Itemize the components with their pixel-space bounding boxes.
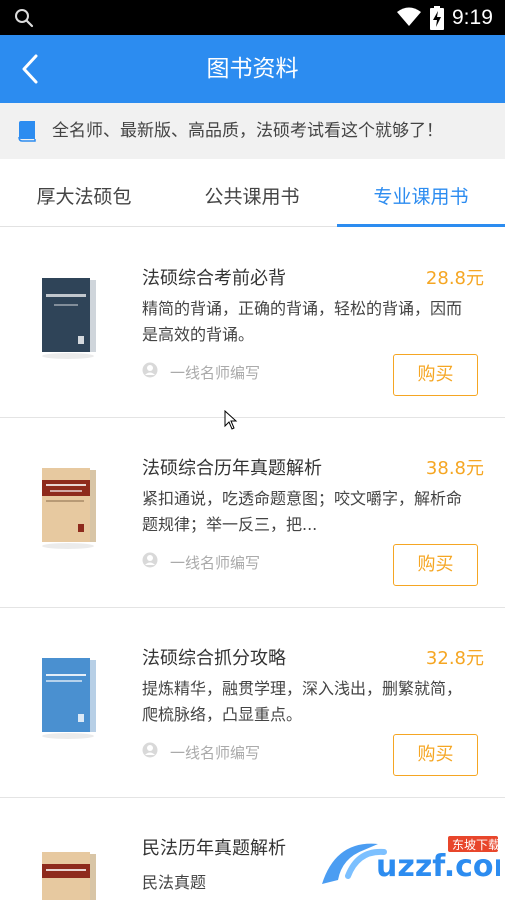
tab-bar: 厚大法硕包 公共课用书 专业课用书 <box>0 159 505 227</box>
app-bar: 图书资料 <box>0 35 505 103</box>
uzzf-watermark-logo: uzzf.com 东坡下载 <box>322 836 500 884</box>
user-icon <box>142 552 158 568</box>
book-title: 民法历年真题解析 <box>142 838 286 859</box>
notice-text: 全名师、最新版、高品质，法硕考试看这个就够了！ <box>52 121 443 141</box>
active-tab-indicator <box>337 224 505 227</box>
book-list: 法硕综合考前必背 28.8元 精简的背诵，正确的背诵，轻松的背诵，因而是高效的背… <box>0 228 505 900</box>
tab-hou-da-package[interactable]: 厚大法硕包 <box>20 159 148 227</box>
book-description: 紧扣通说，吃透命题意图；咬文嚼字，解析命题规律；举一反三，把... <box>142 489 463 534</box>
book-cover-image <box>42 852 96 900</box>
book-description: 精简的背诵，正确的背诵，轻松的背诵，因而是高效的背诵。 <box>142 299 463 344</box>
status-bar: 9:19 <box>0 0 505 35</box>
list-item[interactable]: 法硕综合抓分攻略 32.8元 提炼精华，融贯学理，深入浅出，删繁就简，爬梳脉络，… <box>0 608 505 798</box>
book-title: 法硕综合考前必背 <box>142 268 286 289</box>
book-icon <box>18 121 36 142</box>
book-price: 32.8元 <box>425 648 484 669</box>
book-author: 一线名师编写 <box>170 744 261 762</box>
book-title: 法硕综合历年真题解析 <box>142 458 322 479</box>
status-time: 9:19 <box>452 6 493 29</box>
book-cover-image <box>42 658 96 739</box>
mouse-cursor-icon <box>224 410 238 430</box>
book-cover-image <box>42 278 96 359</box>
user-icon <box>142 742 158 758</box>
back-arrow-icon[interactable] <box>16 52 48 86</box>
book-price: 28.8元 <box>425 268 484 289</box>
book-price: 38.8元 <box>425 458 484 479</box>
buy-button[interactable]: 购买 <box>393 354 478 396</box>
buy-button[interactable]: 购买 <box>393 544 478 586</box>
watermark-text: uzzf.com <box>376 849 500 884</box>
buy-button[interactable]: 购买 <box>393 734 478 776</box>
list-item[interactable]: 法硕综合历年真题解析 38.8元 紧扣通说，吃透命题意图；咬文嚼字，解析命题规律… <box>0 418 505 608</box>
book-title: 法硕综合抓分攻略 <box>142 648 286 669</box>
book-cover-image <box>42 468 96 549</box>
list-item[interactable]: 法硕综合考前必背 28.8元 精简的背诵，正确的背诵，轻松的背诵，因而是高效的背… <box>0 228 505 418</box>
user-icon <box>142 362 158 378</box>
page-title: 图书资料 <box>206 56 299 82</box>
book-description: 提炼精华，融贯学理，深入浅出，删繁就简，爬梳脉络，凸显重点。 <box>142 679 463 724</box>
book-author: 一线名师编写 <box>170 364 261 382</box>
search-icon[interactable] <box>14 8 34 28</box>
book-author: 一线名师编写 <box>170 554 261 572</box>
battery-charging-icon <box>430 6 444 30</box>
watermark-subtext: 东坡下载 <box>452 838 500 852</box>
wifi-icon <box>397 7 421 26</box>
notice-bar: 全名师、最新版、高品质，法硕考试看这个就够了！ <box>0 103 505 159</box>
tab-public-course-books[interactable]: 公共课用书 <box>188 159 316 227</box>
tab-major-course-books[interactable]: 专业课用书 <box>357 159 485 227</box>
